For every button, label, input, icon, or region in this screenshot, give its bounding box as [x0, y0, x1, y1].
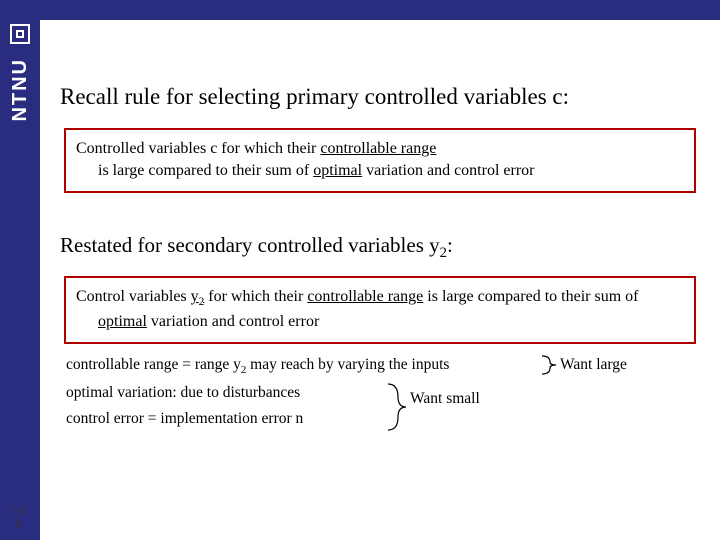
annotation-want-small: Want small: [410, 386, 480, 412]
rule-box-primary: Controlled variables c for which their c…: [64, 128, 696, 193]
box1-text2: is large compared to their sum of: [98, 162, 313, 179]
subtitle-post: :: [447, 233, 453, 257]
box2-y: y: [191, 288, 199, 305]
ntnu-logo-icon: [10, 24, 30, 44]
def-control-error: control error = implementation error n: [66, 406, 700, 432]
slide-subtitle: Restated for secondary controlled variab…: [60, 233, 700, 262]
def3-text: control error = implementation error n: [66, 410, 303, 427]
slide-content: Recall rule for selecting primary contro…: [40, 20, 720, 540]
box1-underline-1: controllable range: [320, 140, 436, 157]
def1-text2: may reach by varying the inputs: [246, 356, 449, 373]
box2-text4: variation and control error: [147, 313, 319, 330]
brace-small-icon: [386, 382, 408, 432]
sidebar: NTNU: [0, 0, 40, 540]
top-bar: [0, 0, 720, 20]
rule-box-secondary: Control variables y2 for which their con…: [64, 276, 696, 344]
page-num-bottom: 8: [12, 517, 24, 530]
box1-text3: variation and control error: [362, 162, 534, 179]
box1-text: Controlled variables c for which their: [76, 140, 320, 157]
box2-text: Control variables: [76, 288, 191, 305]
box2-text3: is large compared to their sum of: [423, 288, 638, 305]
brace-large-icon: [540, 354, 558, 376]
ntnu-logo-text: NTNU: [9, 58, 32, 122]
title-text: Recall rule for selecting primary contro…: [60, 84, 569, 109]
def2-text: optimal variation: due to disturbances: [66, 384, 300, 401]
def1-text: controllable range = range y: [66, 356, 241, 373]
box2-underline-2: optimal: [98, 313, 147, 330]
box2-text2: for which their: [204, 288, 307, 305]
annotation-want-large: Want large: [560, 352, 627, 378]
slide-title: Recall rule for selecting primary contro…: [60, 84, 700, 110]
subtitle-sub: 2: [440, 245, 447, 261]
subtitle-text: Restated for secondary controlled variab…: [60, 233, 440, 257]
page-number: 10 8: [12, 505, 24, 530]
box2-underline-1: controllable range: [307, 288, 423, 305]
box1-underline-2: optimal: [313, 162, 362, 179]
def-optimal-variation: optimal variation: due to disturbances: [66, 380, 700, 406]
definitions: controllable range = range y2 may reach …: [60, 352, 700, 432]
